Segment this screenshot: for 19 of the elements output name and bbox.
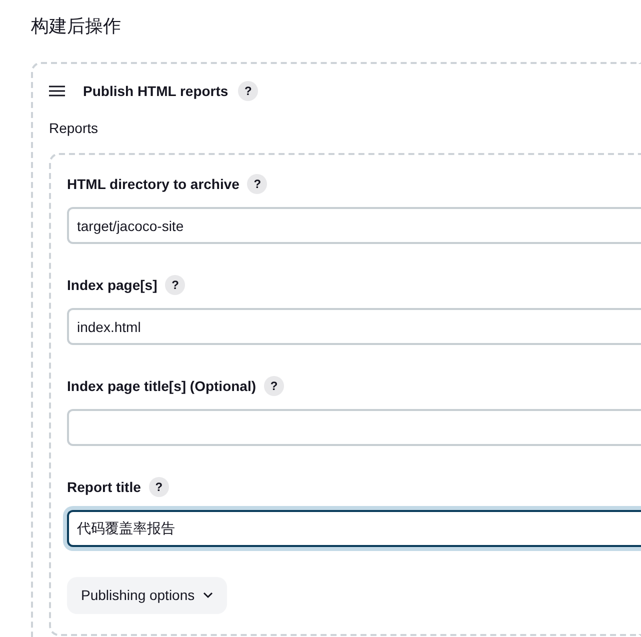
help-button[interactable]: ? <box>264 376 284 396</box>
field-label: HTML directory to archive <box>67 174 240 194</box>
field-label: Index page title[s] (Optional) <box>67 376 256 396</box>
section-heading: 构建后操作 <box>31 16 122 38</box>
help-button[interactable]: ? <box>238 81 258 101</box>
help-button[interactable]: ? <box>247 174 268 194</box>
help-button[interactable]: ? <box>165 275 186 295</box>
text-field[interactable] <box>67 409 641 446</box>
chevron-icon <box>202 592 213 599</box>
field-label: Report title <box>67 478 141 497</box>
text-field[interactable]: target/jacoco-site <box>67 207 641 244</box>
text-field[interactable]: index.html <box>67 308 641 345</box>
help-button[interactable]: ? <box>148 477 169 497</box>
drag-handle-icon[interactable] <box>49 85 65 97</box>
publishing-options-button[interactable]: Publishing options <box>67 577 227 614</box>
section-label: Reports <box>49 119 100 138</box>
text-field[interactable]: 代码覆盖率报告 <box>67 510 641 547</box>
step-title: Publish HTML reports <box>83 82 228 101</box>
field-label: Index page[s] <box>67 276 158 295</box>
